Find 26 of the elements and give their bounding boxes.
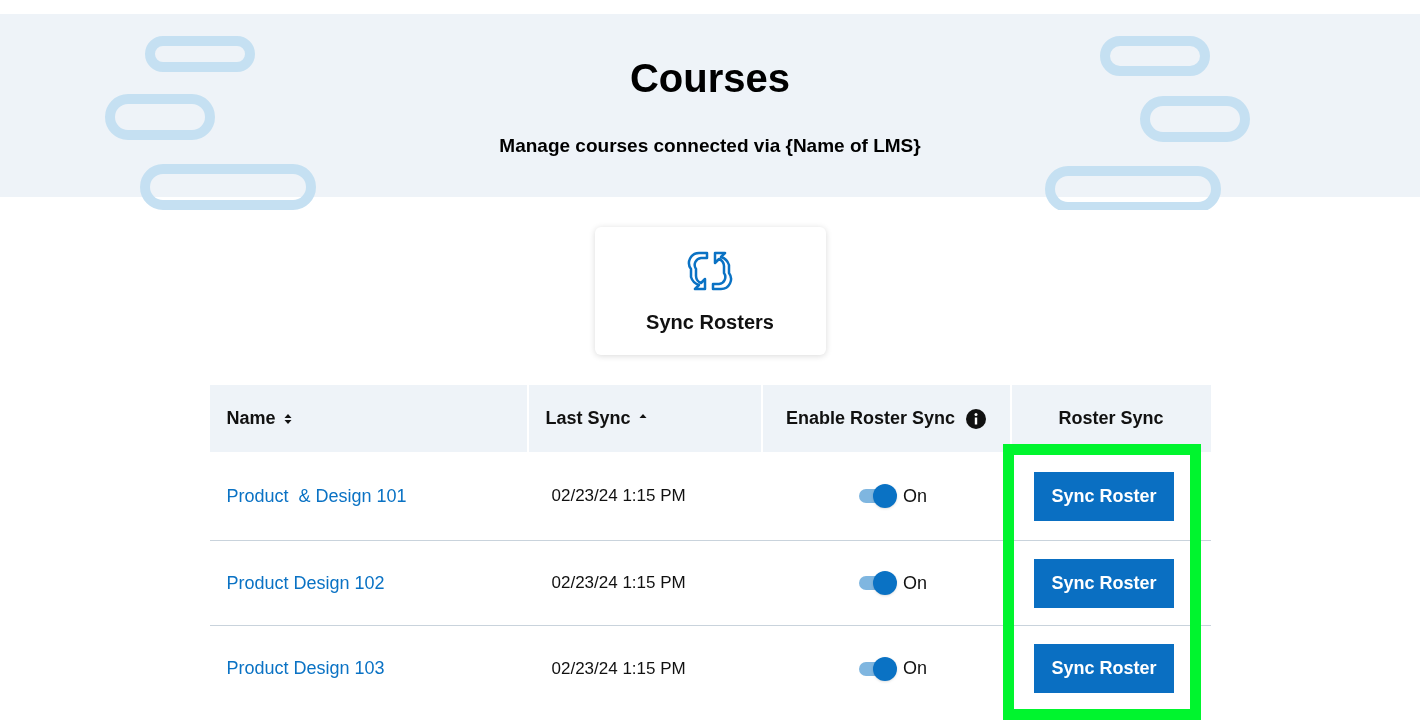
- sort-ascending-icon[interactable]: [638, 412, 647, 419]
- column-header: Roster Sync: [1058, 407, 1164, 430]
- sync-roster-button[interactable]: Sync Roster: [1034, 558, 1174, 608]
- toggle-switch[interactable]: [859, 656, 895, 681]
- course-link[interactable]: Product Design 103: [226, 658, 385, 678]
- course-link[interactable]: Product Design 102: [226, 572, 385, 593]
- column-header: Enable Roster Sync: [785, 407, 956, 430]
- toggle-label: On: [903, 484, 927, 508]
- page-title: Courses: [629, 58, 791, 98]
- sync-arrows-icon: [687, 249, 733, 293]
- column-header: Last Sync: [545, 407, 631, 430]
- toggle-switch[interactable]: [859, 571, 895, 595]
- column-header: Name: [226, 407, 276, 430]
- sync-roster-button[interactable]: Sync Roster: [1034, 644, 1174, 693]
- sync-rosters-card[interactable]: Sync Rosters: [594, 227, 826, 355]
- course-link[interactable]: Product & Design 101: [226, 485, 407, 506]
- toggle-label: On: [903, 571, 927, 595]
- last-sync-time: 02/23/24 1:15 PM: [551, 658, 686, 678]
- sync-roster-button[interactable]: Sync Roster: [1034, 471, 1174, 521]
- toggle-switch[interactable]: [859, 484, 895, 508]
- last-sync-time: 02/23/24 1:15 PM: [551, 573, 686, 593]
- last-sync-time: 02/23/24 1:15 PM: [551, 486, 686, 506]
- toggle-label: On: [903, 657, 927, 680]
- sort-icon[interactable]: [283, 412, 292, 425]
- page-subtitle: Manage courses connected via {Name of LMS}: [499, 134, 921, 158]
- info-icon[interactable]: [966, 408, 987, 429]
